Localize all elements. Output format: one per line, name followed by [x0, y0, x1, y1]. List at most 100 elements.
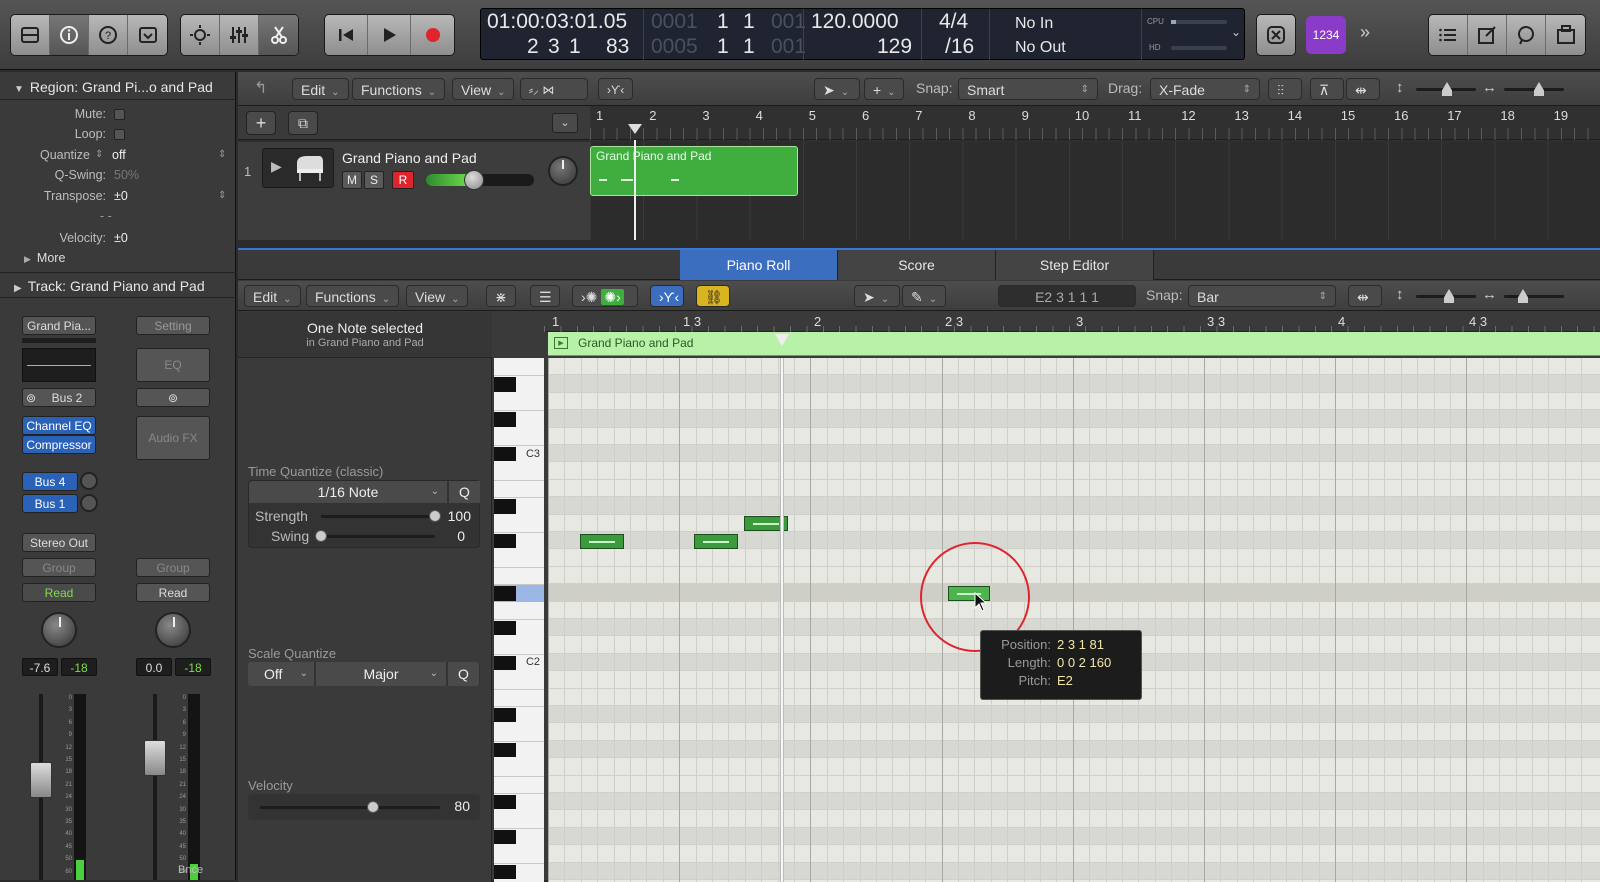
waveform-zoom-button[interactable]: ⫶⫶: [1268, 78, 1302, 100]
link-button[interactable]: ⛓: [696, 285, 730, 307]
tab-piano-roll[interactable]: Piano Roll: [680, 250, 838, 280]
track-pan-knob[interactable]: [548, 156, 578, 186]
swing-value[interactable]: 0: [457, 528, 465, 544]
tracks-view-menu[interactable]: View ⌄: [452, 78, 515, 100]
more-icon[interactable]: »: [1360, 22, 1370, 43]
notepad-icon[interactable]: [1468, 15, 1507, 55]
black-key[interactable]: [494, 447, 516, 462]
black-key[interactable]: [494, 795, 516, 810]
secondary-tool[interactable]: + ⌄: [864, 78, 904, 100]
catch-button[interactable]: ›Ƴ‹: [650, 285, 684, 307]
black-key[interactable]: [494, 708, 516, 723]
loop-checkbox[interactable]: [114, 129, 125, 140]
automation-mode[interactable]: Read: [22, 583, 96, 602]
tracks-ruler[interactable]: 1 2 3 4 5 6 7 8 9 10 11 12 13 14 15 16 17 18 19: [590, 106, 1600, 140]
velocity-thumb[interactable]: [367, 801, 380, 813]
horizontal-zoom-thumb[interactable]: [1534, 82, 1544, 96]
plugin-slot-1[interactable]: Channel EQ: [22, 416, 96, 435]
quantize-q-button[interactable]: Q: [449, 481, 480, 503]
volume-fader[interactable]: [30, 762, 52, 798]
pointer-tool[interactable]: ➤ ⌄: [814, 78, 860, 100]
piano-functions-menu[interactable]: Functions ⌄: [306, 285, 400, 307]
list-icon[interactable]: [1429, 15, 1468, 55]
vertical-fit-button[interactable]: ⊼: [1310, 78, 1344, 100]
stepper-icon[interactable]: ⇕: [218, 145, 226, 165]
region-inspector-header[interactable]: ▼ Region: Grand Pi...o and Pad: [0, 74, 236, 100]
midi-region[interactable]: Grand Piano and Pad: [590, 146, 798, 196]
mute-checkbox[interactable]: [114, 109, 125, 120]
black-key[interactable]: [494, 586, 516, 601]
quantize-value[interactable]: off: [112, 145, 126, 165]
eq-thumbnail[interactable]: [22, 348, 96, 382]
midi-note[interactable]: [580, 534, 624, 549]
qswing-value[interactable]: 50%: [114, 165, 139, 185]
swing-thumb[interactable]: [315, 530, 327, 542]
division[interactable]: /16: [945, 35, 974, 59]
plugin-slot-2[interactable]: Compressor: [22, 435, 96, 454]
catch-button[interactable]: ›Ƴ‹: [598, 78, 634, 100]
inspector-icon[interactable]: [50, 15, 89, 55]
black-key[interactable]: [494, 742, 516, 758]
send-slot-2[interactable]: Bus 1: [22, 494, 78, 513]
mute-button[interactable]: M: [342, 171, 362, 189]
fine-tune-value[interactable]: - -: [100, 206, 112, 226]
velocity-slider[interactable]: [260, 806, 440, 809]
browser-icon[interactable]: [1546, 15, 1585, 55]
automation-mode-2[interactable]: Read: [136, 583, 210, 602]
level-value[interactable]: -18: [61, 658, 97, 676]
link-button[interactable]: ⊚: [136, 388, 210, 407]
scissors-icon[interactable]: [259, 15, 298, 55]
pan-value[interactable]: -7.6: [22, 658, 58, 676]
piano-ruler[interactable]: 11 322 333 344 3: [544, 312, 1600, 332]
track-name[interactable]: Grand Piano and Pad: [342, 150, 477, 166]
velocity-value[interactable]: ±0: [114, 228, 128, 248]
automation-buttons[interactable]: ⸗⸝ ⋈: [520, 78, 588, 100]
output-slot[interactable]: Stereo Out: [22, 533, 96, 552]
pan-knob-2[interactable]: [155, 612, 191, 648]
quantize-row[interactable]: Quantize ⇕ off ⇕: [0, 145, 236, 165]
smart-controls-icon[interactable]: [181, 15, 220, 55]
piano-fit-button[interactable]: ⇹: [1348, 285, 1382, 307]
swing-slider[interactable]: [321, 535, 435, 538]
send-slot-1[interactable]: Bus 4: [22, 472, 78, 491]
disclosure-right-icon[interactable]: ▶: [14, 283, 22, 294]
global-tracks-button[interactable]: ⌄: [552, 113, 578, 133]
piano-snap-select[interactable]: Bar ⇕: [1188, 285, 1336, 307]
more-row[interactable]: ▶ More: [0, 248, 236, 268]
setting-button[interactable]: Setting: [136, 316, 210, 335]
rewind-icon[interactable]: [325, 15, 368, 55]
mixer-icon[interactable]: [220, 15, 259, 55]
track-icon-frame[interactable]: ▶: [262, 148, 334, 188]
piano-horizontal-zoom-thumb[interactable]: [1518, 289, 1528, 303]
stepper-icon[interactable]: ⇕: [95, 145, 103, 165]
quantize-select[interactable]: 1/16 Note ⌄: [249, 481, 447, 503]
position-readout[interactable]: E2 3 1 1 1: [998, 285, 1136, 307]
library-icon[interactable]: [11, 15, 50, 55]
setting-slot[interactable]: [22, 338, 96, 343]
black-key[interactable]: [494, 534, 516, 549]
disclosure-down-icon[interactable]: ▼: [14, 84, 24, 95]
count-in-button[interactable]: 1234: [1306, 16, 1346, 54]
record-enable-button[interactable]: R: [392, 171, 414, 189]
level-value-2[interactable]: -18: [175, 658, 211, 676]
vertical-zoom-thumb[interactable]: [1442, 82, 1452, 96]
track-lane[interactable]: Grand Piano and Pad: [590, 140, 1600, 240]
duplicate-track-button[interactable]: ⧉: [288, 111, 318, 135]
piano-roll-grid[interactable]: [548, 358, 1600, 882]
add-track-button[interactable]: +: [246, 111, 276, 135]
piano-pencil-tool[interactable]: ✎ ⌄: [902, 285, 946, 307]
horizontal-fit-button[interactable]: ⇹: [1346, 78, 1380, 100]
volume-fader-2[interactable]: [144, 740, 166, 776]
play-track-icon[interactable]: ▶: [271, 158, 282, 175]
tab-step-editor[interactable]: Step Editor: [996, 250, 1154, 280]
track-inspector-header[interactable]: ▶ Track: Grand Piano and Pad: [0, 272, 236, 298]
black-key[interactable]: [494, 655, 516, 671]
black-key[interactable]: [494, 499, 516, 514]
lcd-display[interactable]: 01:00:03:01.05 2 3 1 83 0001 1 1 001 000…: [480, 8, 1245, 61]
pan-value-2[interactable]: 0.0: [136, 658, 172, 676]
scale-root-select[interactable]: Off ⌄: [248, 662, 314, 686]
tracks-functions-menu[interactable]: Functions ⌄: [352, 78, 446, 100]
black-key[interactable]: [494, 621, 516, 636]
channel-strip-name[interactable]: Grand Pia...: [22, 316, 96, 335]
group-slot[interactable]: Group: [22, 558, 96, 577]
